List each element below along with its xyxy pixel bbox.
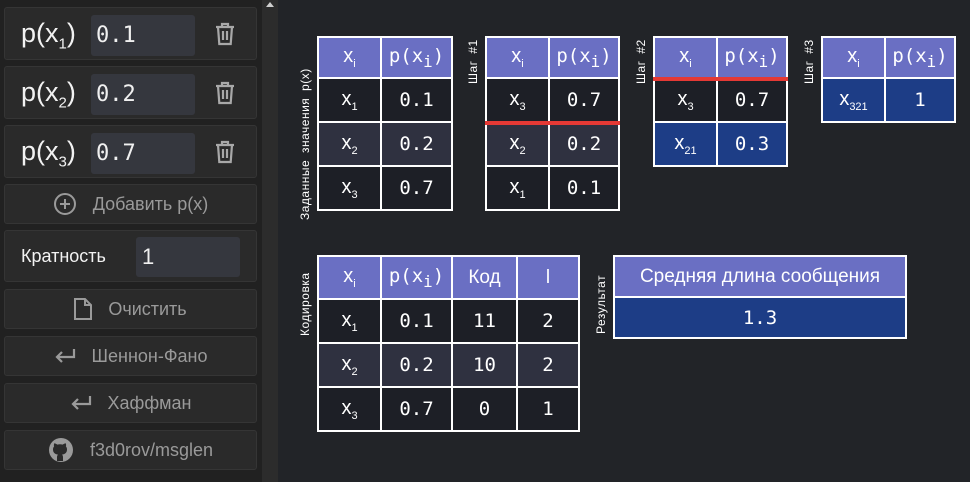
step-2-label: Шаг #2 (634, 39, 648, 84)
column-header-length: l (516, 255, 580, 300)
trash-icon[interactable] (213, 21, 237, 47)
column-header-p: p(xi) (884, 36, 956, 79)
shannon-fano-label: Шеннон-Фано (91, 345, 208, 366)
probability-input[interactable]: 0.1 (91, 15, 195, 56)
clear-button[interactable]: Очистить (4, 289, 257, 329)
average-length-row: 1.3 (613, 296, 907, 339)
shannon-fano-button[interactable]: Шеннон-Фано (4, 336, 257, 376)
file-icon (74, 298, 93, 320)
multiplicity-input[interactable]: 1 (136, 237, 240, 277)
sidebar: p(x1) 0.1 p(x2) 0.2 p(x3) 0.7 Добавить p… (0, 0, 262, 482)
merge-divider (485, 121, 620, 125)
merge-divider (653, 77, 788, 81)
github-label: f3d0rov/msglen (89, 439, 214, 460)
multiplicity-label: Кратность (21, 246, 106, 266)
probability-input[interactable]: 0.2 (91, 74, 195, 115)
result-table: Средняя длина сообщения 1.3 (613, 255, 907, 339)
github-link[interactable]: f3d0rov/msglen (4, 430, 257, 470)
given-values-table: xi p(xi) x1 0.1 x2 0.2 x3 0.7 (317, 36, 453, 211)
coding-label: Кодировка (298, 272, 312, 336)
scroll-up-icon[interactable] (266, 2, 274, 7)
table-row-merged: x21 0.3 (653, 121, 788, 167)
probability-input[interactable]: 0.7 (91, 133, 195, 174)
return-arrow-icon (70, 396, 91, 410)
coding-table: xi p(xi) Код l x1 0.1 11 2 x2 0.2 10 2 x3 0.7 0 1 (317, 255, 580, 432)
table-row: x1 0.1 11 2 (317, 298, 580, 344)
column-header-x: xi (317, 36, 382, 79)
table-row: x3 0.7 (653, 77, 788, 123)
column-header-x: xi (821, 36, 886, 79)
column-header-code: Код (451, 255, 518, 300)
step-3-table: xi p(xi) x321 1 (821, 36, 956, 123)
step-3-label: Шаг #3 (802, 39, 816, 84)
column-header-p: p(xi) (548, 36, 620, 79)
return-arrow-icon (54, 349, 75, 363)
trash-icon[interactable] (213, 139, 237, 165)
column-header-p: p(xi) (380, 255, 453, 300)
table-row: x3 0.7 (317, 165, 453, 211)
probability-row: p(x2) 0.2 (4, 66, 257, 119)
multiplicity-row: Кратность 1 (4, 230, 257, 282)
table-row: x1 0.1 (317, 77, 453, 123)
table-row: x2 0.2 (317, 121, 453, 167)
probability-label: p(x2) (21, 77, 76, 112)
table-row: x1 0.1 (485, 165, 620, 211)
given-values-label: Заданные значения p(x) (298, 68, 312, 220)
table-row: x2 0.2 (485, 121, 620, 167)
add-probability-button[interactable]: Добавить p(x) (4, 184, 257, 224)
average-length-header: Средняя длина сообщения (613, 255, 907, 298)
huffman-label: Хаффман (107, 392, 192, 413)
add-probability-label: Добавить p(x) (92, 193, 209, 214)
table-row: x2 0.2 10 2 (317, 342, 580, 388)
step-2-table: xi p(xi) x3 0.7 x21 0.3 (653, 36, 788, 167)
result-label: Результат (594, 274, 608, 334)
column-header-x: xi (485, 36, 550, 79)
clear-label: Очистить (108, 298, 187, 319)
table-row: x3 0.7 (485, 77, 620, 123)
github-icon (48, 438, 73, 462)
probability-row: p(x1) 0.1 (4, 7, 257, 60)
probability-label: p(x3) (21, 136, 76, 171)
average-length-value: 1.3 (613, 296, 907, 339)
column-header-x: xi (653, 36, 718, 79)
table-row-merged: x321 1 (821, 77, 956, 123)
column-header-p: p(xi) (380, 36, 453, 79)
probability-label: p(x1) (21, 18, 76, 53)
huffman-button[interactable]: Хаффман (4, 383, 257, 423)
step-1-label: Шаг #1 (466, 39, 480, 84)
column-header-x: xi (317, 255, 382, 300)
plus-circle-icon (53, 193, 76, 215)
probability-row: p(x3) 0.7 (4, 125, 257, 178)
trash-icon[interactable] (213, 80, 237, 106)
column-header-p: p(xi) (716, 36, 788, 79)
table-row: x3 0.7 0 1 (317, 386, 580, 432)
scrollbar[interactable] (262, 0, 278, 482)
